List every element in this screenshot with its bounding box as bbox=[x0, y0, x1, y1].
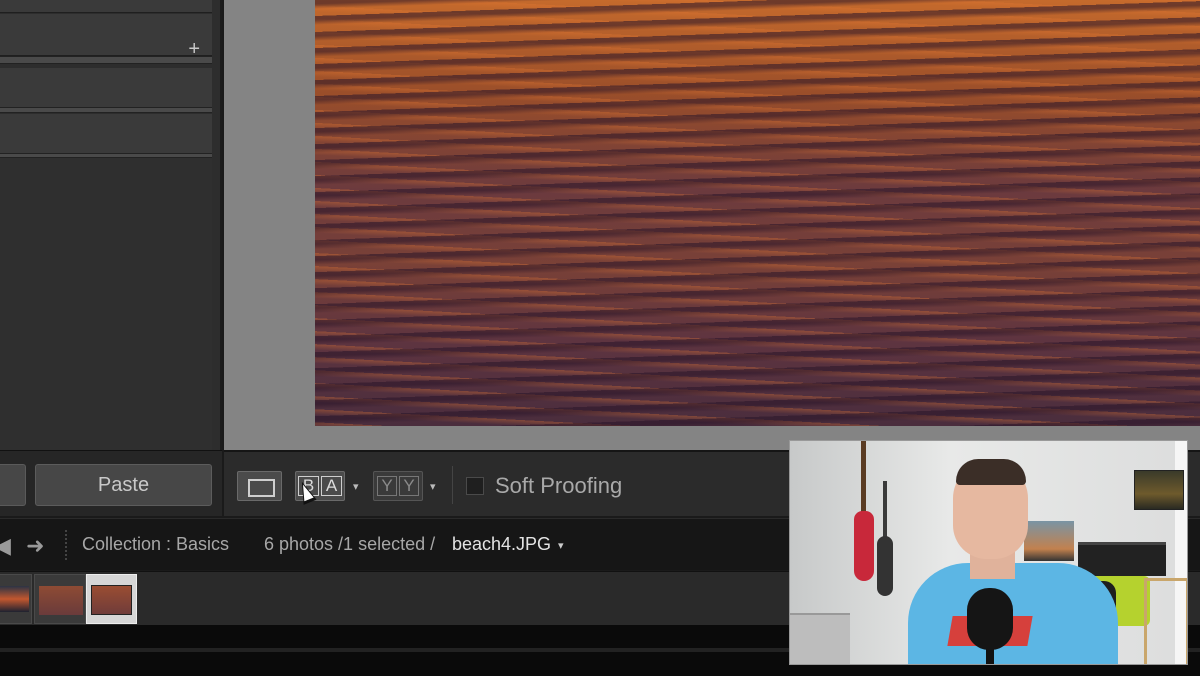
toolbar-divider bbox=[452, 466, 453, 504]
panel-header-collections[interactable]: − + ▾ bbox=[0, 114, 212, 260]
monitor bbox=[1024, 521, 1074, 561]
panel-divider bbox=[0, 107, 212, 113]
filmstrip-thumbnail-selected[interactable] bbox=[86, 574, 137, 624]
guitar bbox=[854, 511, 874, 581]
photo-count: 6 photos /1 selected / bbox=[264, 534, 436, 554]
thumbnail-image bbox=[0, 586, 29, 612]
paste-button[interactable]: Paste bbox=[35, 464, 212, 506]
current-filename[interactable]: beach4.JPG bbox=[452, 534, 551, 555]
panel-header-history[interactable]: ✕ bbox=[0, 68, 212, 164]
chevron-down-icon[interactable]: ▾ bbox=[353, 480, 359, 493]
chevron-down-icon[interactable]: ▾ bbox=[558, 539, 564, 552]
swap-before-after-button[interactable]: Y Y bbox=[373, 471, 423, 501]
microphone-icon bbox=[967, 588, 1013, 650]
soft-proofing-label[interactable]: Soft Proofing bbox=[495, 473, 622, 499]
arrow-left-icon[interactable]: ◀ bbox=[0, 533, 11, 559]
after-letter: A bbox=[321, 476, 342, 496]
chevron-down-icon[interactable]: ▾ bbox=[430, 480, 436, 493]
thumbnail-image bbox=[39, 586, 83, 615]
yy-left-letter: Y bbox=[377, 476, 397, 496]
copy-button[interactable] bbox=[0, 464, 26, 506]
wall-picture bbox=[1134, 470, 1184, 510]
panel-divider bbox=[0, 56, 212, 64]
guitar-neck bbox=[883, 481, 887, 541]
filmstrip-thumbnail[interactable] bbox=[0, 574, 32, 624]
webcam-overlay bbox=[789, 440, 1188, 665]
arrow-right-icon[interactable]: ➜ bbox=[26, 533, 44, 559]
yy-right-letter: Y bbox=[399, 476, 419, 496]
left-panel: + ✕ − + ▾ bbox=[0, 0, 222, 516]
panel-body bbox=[0, 158, 212, 450]
printer bbox=[1078, 542, 1166, 576]
soft-proofing-checkbox[interactable] bbox=[466, 477, 484, 495]
panel-header-top[interactable] bbox=[0, 0, 212, 13]
desk bbox=[1144, 578, 1187, 664]
thumbnail-image bbox=[91, 585, 132, 615]
filmstrip-thumbnail[interactable] bbox=[34, 574, 86, 624]
main-photo[interactable] bbox=[315, 0, 1200, 426]
collection-label[interactable]: Collection : Basics bbox=[82, 534, 229, 555]
panel-header-presets[interactable]: + bbox=[0, 14, 212, 59]
guitar bbox=[877, 536, 893, 596]
loupe-view-button[interactable] bbox=[237, 471, 282, 501]
divider bbox=[65, 530, 67, 560]
person-hair bbox=[956, 459, 1026, 485]
equipment bbox=[790, 613, 850, 664]
guitar-neck bbox=[861, 441, 866, 516]
